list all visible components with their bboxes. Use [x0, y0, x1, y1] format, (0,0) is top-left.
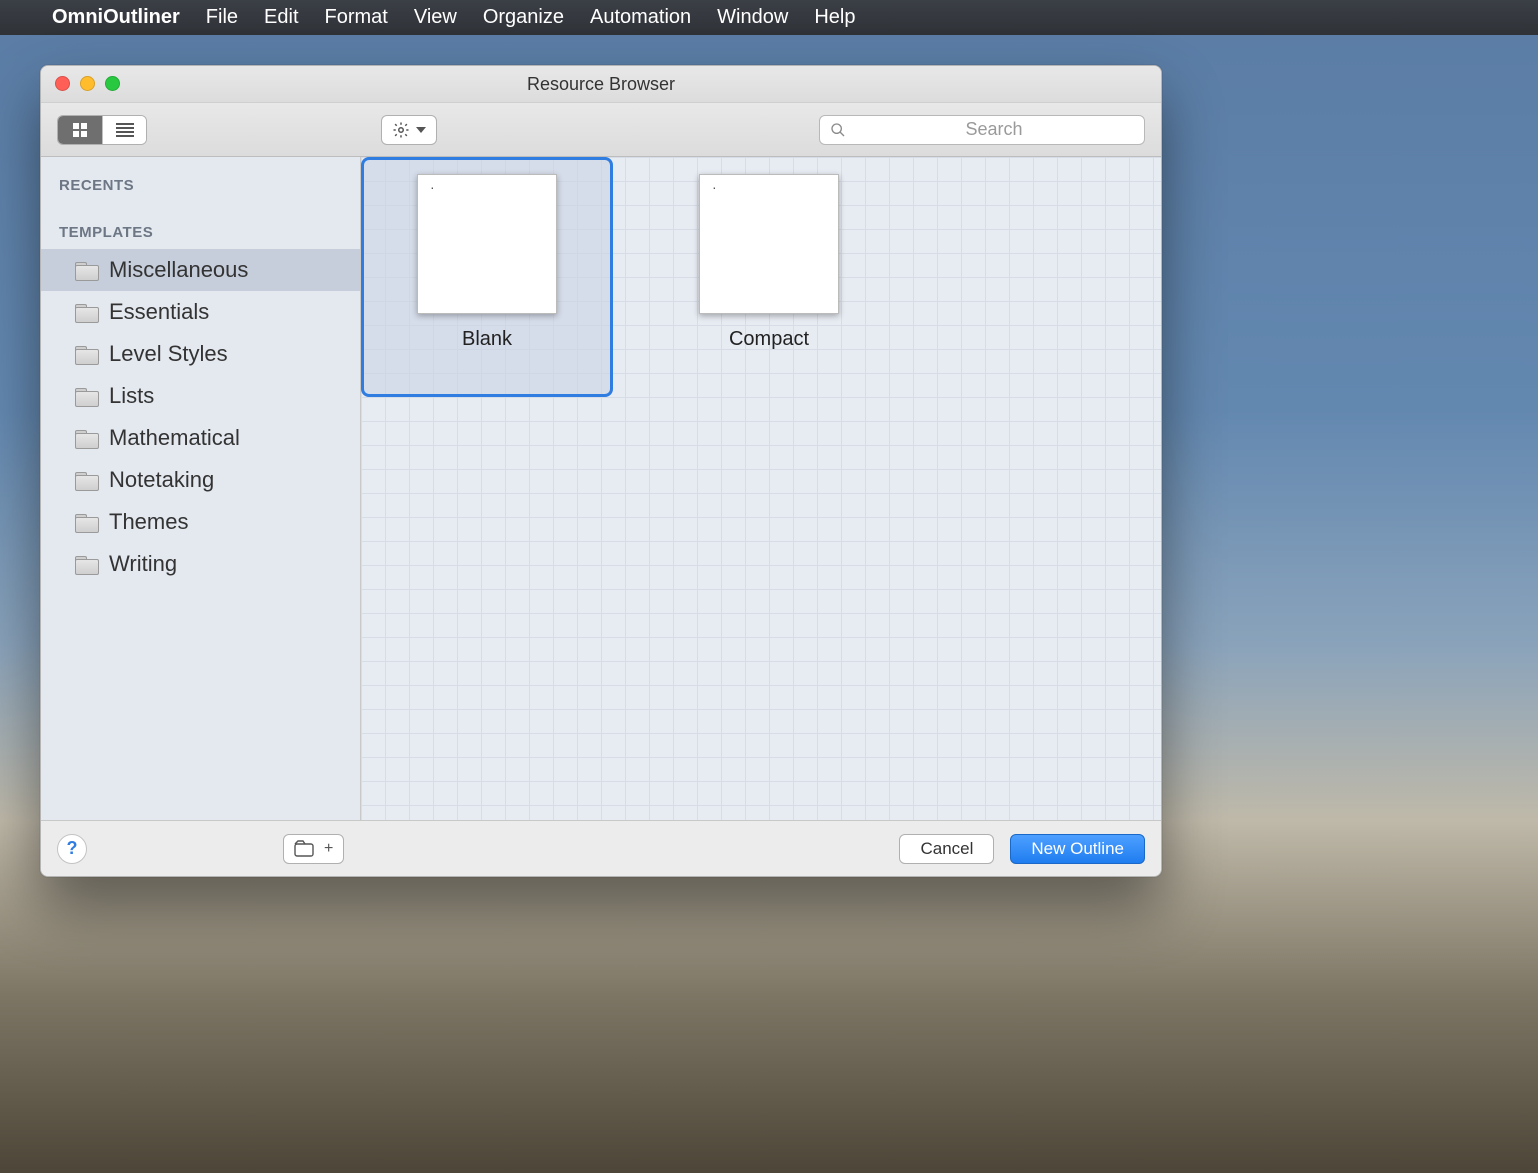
macos-menubar: OmniOutliner File Edit Format View Organ…	[0, 0, 1538, 35]
menubar-item-format[interactable]: Format	[325, 6, 388, 29]
gear-icon	[392, 121, 410, 139]
folder-icon	[75, 388, 97, 405]
list-view-button[interactable]	[102, 116, 146, 144]
sidebar-item-label: Writing	[109, 551, 177, 577]
plus-icon: +	[324, 840, 333, 858]
resource-browser-window: Resource Browser RECENTS TEMPLATES	[40, 65, 1162, 877]
sidebar-item-lists[interactable]: Lists	[41, 375, 360, 417]
sidebar-item-label: Notetaking	[109, 467, 214, 493]
menubar-item-file[interactable]: File	[206, 6, 238, 29]
sidebar-item-writing[interactable]: Writing	[41, 543, 360, 585]
search-input[interactable]	[854, 119, 1134, 140]
sidebar-item-essentials[interactable]: Essentials	[41, 291, 360, 333]
help-icon: ?	[67, 838, 78, 859]
folder-icon	[75, 346, 97, 363]
template-card-compact[interactable]: Compact	[643, 157, 895, 397]
search-field[interactable]	[819, 115, 1145, 145]
folder-icon	[75, 304, 97, 321]
sidebar-item-level-styles[interactable]: Level Styles	[41, 333, 360, 375]
add-linked-folder-button[interactable]: +	[283, 834, 344, 864]
search-icon	[830, 122, 846, 138]
window-footer: ? + Cancel New Outline	[41, 820, 1161, 876]
menubar-appname[interactable]: OmniOutliner	[52, 6, 180, 29]
folder-icon	[75, 556, 97, 573]
menubar-item-edit[interactable]: Edit	[264, 6, 298, 29]
zoom-window-button[interactable]	[105, 76, 120, 91]
folder-icon	[75, 514, 97, 531]
window-title: Resource Browser	[527, 74, 675, 95]
sidebar-item-themes[interactable]: Themes	[41, 501, 360, 543]
menubar-item-organize[interactable]: Organize	[483, 6, 564, 29]
sidebar-item-label: Level Styles	[109, 341, 228, 367]
sidebar-item-mathematical[interactable]: Mathematical	[41, 417, 360, 459]
menubar-item-view[interactable]: View	[414, 6, 457, 29]
grid-view-button[interactable]	[58, 116, 102, 144]
grid-icon	[72, 122, 88, 138]
sidebar-section-recents[interactable]: RECENTS	[41, 171, 360, 202]
action-menu-button[interactable]	[381, 115, 437, 145]
sidebar-item-label: Essentials	[109, 299, 209, 325]
menubar-item-window[interactable]: Window	[717, 6, 788, 29]
linked-folder-icon	[294, 840, 320, 858]
close-window-button[interactable]	[55, 76, 70, 91]
toolbar	[41, 103, 1161, 157]
sidebar: RECENTS TEMPLATES Miscellaneous Essentia…	[41, 157, 361, 820]
sidebar-item-label: Miscellaneous	[109, 257, 248, 283]
minimize-window-button[interactable]	[80, 76, 95, 91]
sidebar-item-label: Lists	[109, 383, 154, 409]
template-thumbnail	[699, 174, 839, 314]
folder-icon	[75, 262, 97, 279]
template-grid: Blank Compact	[361, 157, 1161, 820]
template-label: Compact	[729, 328, 809, 351]
template-card-blank[interactable]: Blank	[361, 157, 613, 397]
sidebar-item-label: Themes	[109, 509, 188, 535]
template-label: Blank	[462, 328, 512, 351]
window-body: RECENTS TEMPLATES Miscellaneous Essentia…	[41, 157, 1161, 820]
cancel-button[interactable]: Cancel	[899, 834, 994, 864]
window-titlebar: Resource Browser	[41, 66, 1161, 103]
window-controls	[55, 76, 120, 91]
new-outline-button[interactable]: New Outline	[1010, 834, 1145, 864]
menubar-item-automation[interactable]: Automation	[590, 6, 691, 29]
list-icon	[116, 123, 134, 137]
folder-icon	[75, 472, 97, 489]
sidebar-item-label: Mathematical	[109, 425, 240, 451]
sidebar-section-templates[interactable]: TEMPLATES	[41, 218, 360, 249]
folder-icon	[75, 430, 97, 447]
menubar-item-help[interactable]: Help	[814, 6, 855, 29]
template-thumbnail	[417, 174, 557, 314]
sidebar-item-miscellaneous[interactable]: Miscellaneous	[41, 249, 360, 291]
help-button[interactable]: ?	[57, 834, 87, 864]
sidebar-item-notetaking[interactable]: Notetaking	[41, 459, 360, 501]
view-mode-segmented	[57, 115, 147, 145]
chevron-down-icon	[416, 127, 426, 133]
